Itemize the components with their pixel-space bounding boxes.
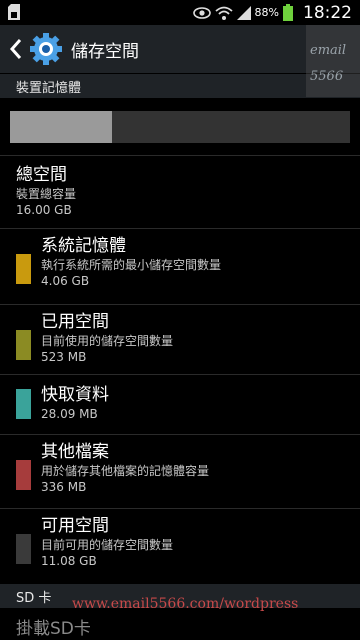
total-space: 總空間 裝置總容量 16.00 GB <box>16 164 76 218</box>
item-subtitle: 用於儲存其他檔案的記憶體容量 <box>41 464 210 478</box>
watermark: email 5566 <box>306 25 360 97</box>
sd-card-icon <box>8 4 20 20</box>
color-swatch <box>16 534 31 564</box>
storage-usage-fill <box>10 111 112 143</box>
divider <box>0 304 360 305</box>
clock: 18:22 <box>303 2 352 23</box>
item-size: 28.09 MB <box>41 407 98 421</box>
item-subtitle: 執行系統所需的最小儲存空間數量 <box>41 258 222 272</box>
item-size: 11.08 GB <box>41 554 97 568</box>
color-swatch <box>16 389 31 419</box>
divider <box>0 434 360 435</box>
item-size: 4.06 GB <box>41 274 90 288</box>
color-swatch <box>16 460 31 490</box>
item-subtitle: 目前使用的儲存空間數量 <box>41 334 174 348</box>
page-title: 儲存空間 <box>71 42 139 62</box>
back-arrow-icon[interactable] <box>8 37 24 61</box>
watermark-line1: email <box>310 43 347 58</box>
wifi-icon <box>214 6 233 20</box>
footer-watermark: www.email5566.com/wordpress <box>72 596 299 612</box>
total-title: 總空間 <box>16 165 67 185</box>
section-header-label: 裝置記憶體 <box>16 81 82 96</box>
storage-item-cache[interactable]: 快取資料 28.09 MB <box>0 374 360 434</box>
storage-item-system[interactable]: 系統記憶體 執行系統所需的最小儲存空間數量 4.06 GB <box>0 232 360 306</box>
total-size: 16.00 GB <box>16 203 72 217</box>
divider <box>0 508 360 509</box>
mount-sd-card-item[interactable]: 掛載SD卡 <box>16 614 91 639</box>
gear-icon[interactable] <box>29 32 63 66</box>
color-swatch <box>16 330 31 360</box>
item-title: 已用空間 <box>41 312 109 332</box>
section-header-label: SD 卡 <box>16 591 52 606</box>
item-title: 其他檔案 <box>41 442 109 462</box>
divider <box>0 228 360 229</box>
eye-icon <box>192 6 211 19</box>
total-subtitle: 裝置總容量 <box>16 187 77 201</box>
item-subtitle: 目前可用的儲存空間數量 <box>41 538 174 552</box>
color-swatch <box>16 254 31 284</box>
item-title: 可用空間 <box>41 516 109 536</box>
item-size: 336 MB <box>41 480 87 494</box>
storage-item-used[interactable]: 已用空間 目前使用的儲存空間數量 523 MB <box>0 308 360 382</box>
storage-item-available[interactable]: 可用空間 目前可用的儲存空間數量 11.08 GB <box>0 512 360 586</box>
status-bar: 88% 18:22 <box>0 0 360 25</box>
item-size: 523 MB <box>41 350 87 364</box>
storage-usage-bar <box>10 111 350 143</box>
divider <box>0 155 360 156</box>
signal-icon <box>236 5 251 20</box>
item-title: 快取資料 <box>41 385 109 405</box>
watermark-line2: 5566 <box>310 69 344 84</box>
storage-item-other[interactable]: 其他檔案 用於儲存其他檔案的記憶體容量 336 MB <box>0 438 360 512</box>
item-title: 系統記憶體 <box>41 236 126 256</box>
battery-percent: 88% <box>254 6 279 19</box>
battery-icon <box>283 4 293 21</box>
